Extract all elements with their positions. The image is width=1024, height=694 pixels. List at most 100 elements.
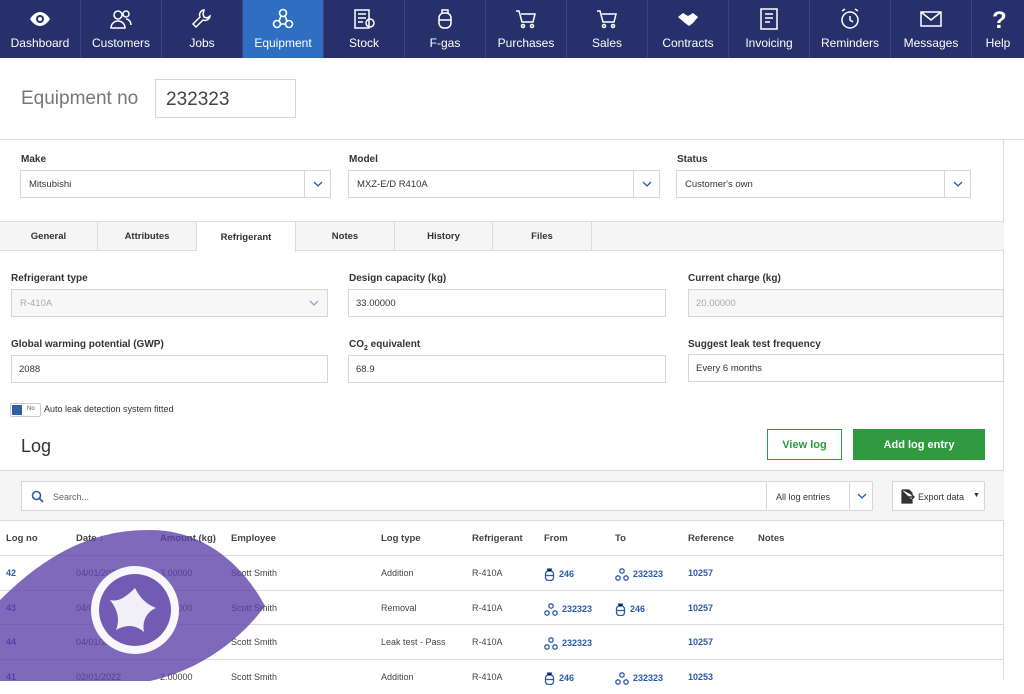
nav-stock[interactable]: Stock [324,0,405,58]
gas-cylinder-icon [438,9,452,29]
add-log-entry-button[interactable]: Add log entry [853,429,985,460]
to-link[interactable]: 246 [615,602,645,616]
cart-icon [597,10,617,29]
nav-invoicing[interactable]: Invoicing [729,0,810,58]
col-employee[interactable]: Employee [231,533,276,544]
nav-messages[interactable]: Messages [891,0,972,58]
to-link[interactable]: 232323 [615,671,663,685]
log-title: Log [21,436,52,456]
log-filter-select[interactable]: All log entries [766,482,849,510]
nav-equipment[interactable]: Equipment [243,0,324,58]
equipment-no-input[interactable]: 232323 [155,79,296,118]
col-notes[interactable]: Notes [758,533,784,544]
status-select[interactable]: Customer's own [676,170,971,198]
log-no-link[interactable]: 44 [6,637,16,647]
gwp-input[interactable]: 2088 [11,355,328,383]
tab-notes[interactable]: Notes [296,222,395,251]
from-link[interactable]: 246 [544,671,574,685]
tab-files[interactable]: Files [493,222,592,251]
design-capacity-input[interactable]: 33.00000 [348,289,666,317]
refrigerant-cell: R-410A [472,637,503,647]
col-date[interactable]: Date ↓ [76,533,104,544]
from-link[interactable]: 232323 [544,637,592,650]
equipment-details: Make Mitsubishi Model MXZ-E/D R410A Stat… [0,140,1004,685]
leak-frequency-input[interactable]: Every 6 months [688,354,1004,382]
make-select[interactable]: Mitsubishi [20,170,331,198]
stock-icon [354,9,375,29]
col-reference[interactable]: Reference [688,533,734,544]
nav-label: Reminders [820,36,880,50]
export-data-button[interactable]: Export data ▼ [892,481,985,511]
nav-label: Stock [348,36,379,50]
equipment-icon [544,637,558,650]
caret-down-icon: ▼ [973,492,980,499]
reference-link[interactable]: 10257 [688,568,713,578]
nav-contracts[interactable]: Contracts [648,0,729,58]
employee-cell: Scott Smith [231,671,278,682]
co2-input[interactable]: 68.9 [348,355,666,383]
col-from[interactable]: From [544,533,568,544]
current-charge-label: Current charge (kg) [688,273,781,284]
nav-label: Customers [91,36,150,50]
tab-attributes[interactable]: Attributes [98,222,197,251]
log-no-link[interactable]: 41 [6,672,16,682]
tab-general[interactable]: General [0,222,98,251]
reference-link[interactable]: 10253 [688,672,713,682]
log-type-cell: Addition [381,671,414,682]
nav-sales[interactable]: Sales [567,0,648,58]
equipment-icon [544,602,558,616]
refrigerant-cell: R-410A [472,602,503,613]
table-row[interactable]: 44 04/01/2022 Scott Smith Leak test - Pass R… [0,624,1004,659]
col-log-type[interactable]: Log type [381,533,421,544]
amount-cell: 2.00000 [160,671,193,682]
view-log-button[interactable]: View log [767,429,842,460]
to-link[interactable]: 232323 [615,568,663,581]
nav-label: Jobs [189,36,215,50]
nav-purchases[interactable]: Purchases [486,0,567,58]
col-log-no[interactable]: Log no [6,533,38,544]
nav-fgas[interactable]: F-gas [405,0,486,58]
nav-reminders[interactable]: Reminders [810,0,891,58]
nav-label: Equipment [254,36,312,50]
nav-label: Messages [903,36,959,50]
table-row[interactable]: 41 02/01/2022 2.00000 Scott Smith Addition R-… [0,658,1004,694]
log-no-link[interactable]: 42 [6,568,16,578]
tab-refrigerant[interactable]: Refrigerant [197,222,296,252]
from-link[interactable]: 232323 [544,602,592,616]
tab-bar: General Attributes Refrigerant Notes His… [0,221,1004,252]
toggle-knob [12,405,22,415]
top-navigation: Dashboard Customers Jobs Equipment Stock… [0,0,1024,58]
equipment-header: Equipment no 232323 [0,58,1024,140]
alarm-clock-icon [841,8,859,29]
table-row[interactable]: 42 04/01/2022 3.00000 Scott Smith Addition R-… [0,555,1004,590]
log-toolbar: Search... All log entries Export data ▼ [0,470,1004,520]
export-label: Export data [918,492,965,502]
equipment-icon [615,671,629,685]
model-select[interactable]: MXZ-E/D R410A [348,170,660,198]
design-capacity-label: Design capacity (kg) [349,273,447,284]
search-input[interactable]: Search... [53,492,89,502]
nav-label: Help [985,36,1011,50]
date-cell: 04/01/2022 [76,637,122,647]
table-row[interactable]: 43 04/01/2022 2.00000 Scott Smith Removal R-4… [0,589,1004,625]
reference-link[interactable]: 10257 [688,603,713,613]
nav-customers[interactable]: Customers [81,0,162,58]
nav-label: Contracts [662,36,714,50]
reference-link[interactable]: 10257 [688,637,713,647]
nav-jobs[interactable]: Jobs [162,0,243,58]
people-icon [110,10,132,29]
gas-cylinder-icon [544,671,555,685]
nav-dashboard[interactable]: Dashboard [0,0,81,58]
refrigerant-type-select[interactable]: R-410A [11,289,328,317]
nav-help[interactable]: ? Help [972,0,1024,58]
tab-history[interactable]: History [395,222,493,251]
col-to[interactable]: To [615,533,626,544]
log-no-link[interactable]: 43 [6,603,16,613]
from-link[interactable]: 246 [544,568,574,582]
col-refrigerant[interactable]: Refrigerant [472,533,523,544]
question-icon: ? [992,7,1007,31]
gwp-label: Global warming potential (GWP) [11,339,164,350]
chevron-down-icon[interactable] [849,482,873,510]
col-amount[interactable]: Amount (kg) [160,533,216,544]
auto-leak-toggle[interactable]: No [10,403,41,417]
